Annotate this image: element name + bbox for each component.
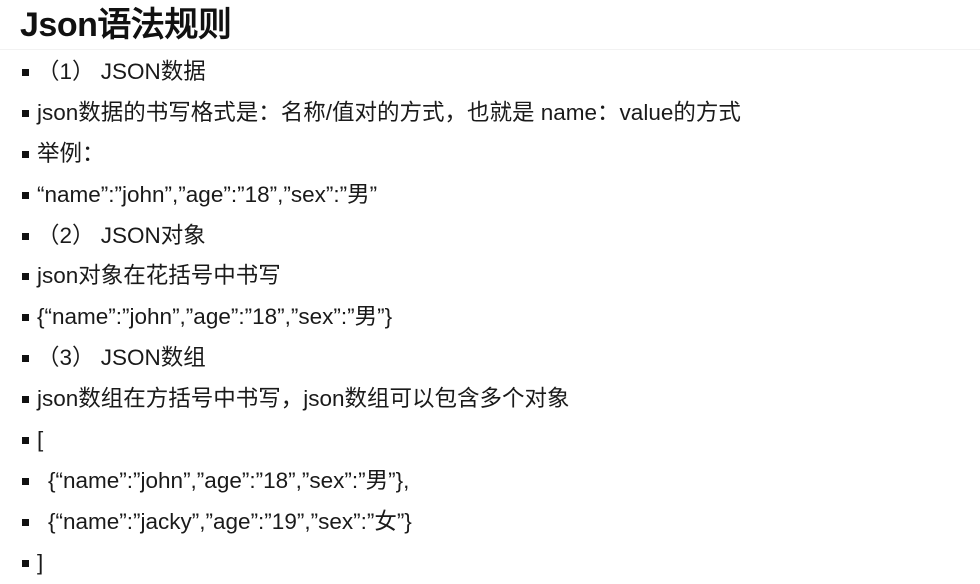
bullet-text: json数据的书写格式是：名称/值对的方式，也就是 name：value的方式 [37,99,741,125]
bullet-text: [ [37,427,44,453]
bullet-text: {“name”:”john”,”age”:”18”,”sex”:”男”} [37,304,393,330]
bullet-text: json对象在花括号中书写 [37,263,281,289]
bullet-text: 举例： [37,140,105,166]
bullet-text: “name”:”john”,”age”:”18”,”sex”:”男” [37,181,378,207]
square-bullet-icon [22,150,29,158]
square-bullet-icon [22,69,29,76]
bullet-text: （2） JSON对象 [37,222,206,248]
bullet-text: {“name”:”jacky”,”age”:”19”,”sex”:”女”} [48,508,412,534]
bullet-text: json数组在方括号中书写，json数组可以包含多个对象 [37,386,570,412]
square-bullet-icon [22,559,29,567]
square-bullet-icon [22,109,29,117]
square-bullet-icon [22,355,29,363]
square-bullet-icon [22,437,29,445]
slide-title: Json语法规则 [20,6,232,44]
bullet-item: json对象在花括号中书写 [0,256,980,297]
bullet-item: {“name”:”jacky”,”age”:”19”,”sex”:”女”} [0,502,980,543]
slide: Json语法规则 （1） JSON数据 json数据的书写格式是：名称/值对的方… [0,0,980,583]
square-bullet-icon [22,273,29,281]
bullet-item: （1） JSON数据 [0,52,980,93]
bullet-item: json数组在方括号中书写，json数组可以包含多个对象 [0,379,980,420]
square-bullet-icon [22,518,29,526]
bullet-item: ] [0,543,980,584]
bullet-list: （1） JSON数据 json数据的书写格式是：名称/值对的方式，也就是 nam… [0,52,980,584]
bullet-text: {“name”:”john”,”age”:”18”,”sex”:”男”}, [48,467,410,493]
bullet-item: {“name”:”john”,”age”:”18”,”sex”:”男”}, [0,461,980,502]
bullet-text: （1） JSON数据 [37,59,206,84]
bullet-item: 举例： [0,134,980,175]
bullet-item: json数据的书写格式是：名称/值对的方式，也就是 name：value的方式 [0,93,980,134]
square-bullet-icon [22,232,29,240]
bullet-item: （3） JSON数组 [0,338,980,379]
bullet-item: [ [0,420,980,461]
bullet-text: ] [37,549,44,575]
square-bullet-icon [22,396,29,404]
title-divider [0,49,980,50]
bullet-item: {“name”:”john”,”age”:”18”,”sex”:”男”} [0,297,980,338]
square-bullet-icon [22,191,29,199]
bullet-text: （3） JSON数组 [37,345,206,371]
bullet-item: “name”:”john”,”age”:”18”,”sex”:”男” [0,175,980,216]
bullet-item: （2） JSON对象 [0,216,980,257]
square-bullet-icon [22,314,29,322]
square-bullet-icon [22,477,29,485]
